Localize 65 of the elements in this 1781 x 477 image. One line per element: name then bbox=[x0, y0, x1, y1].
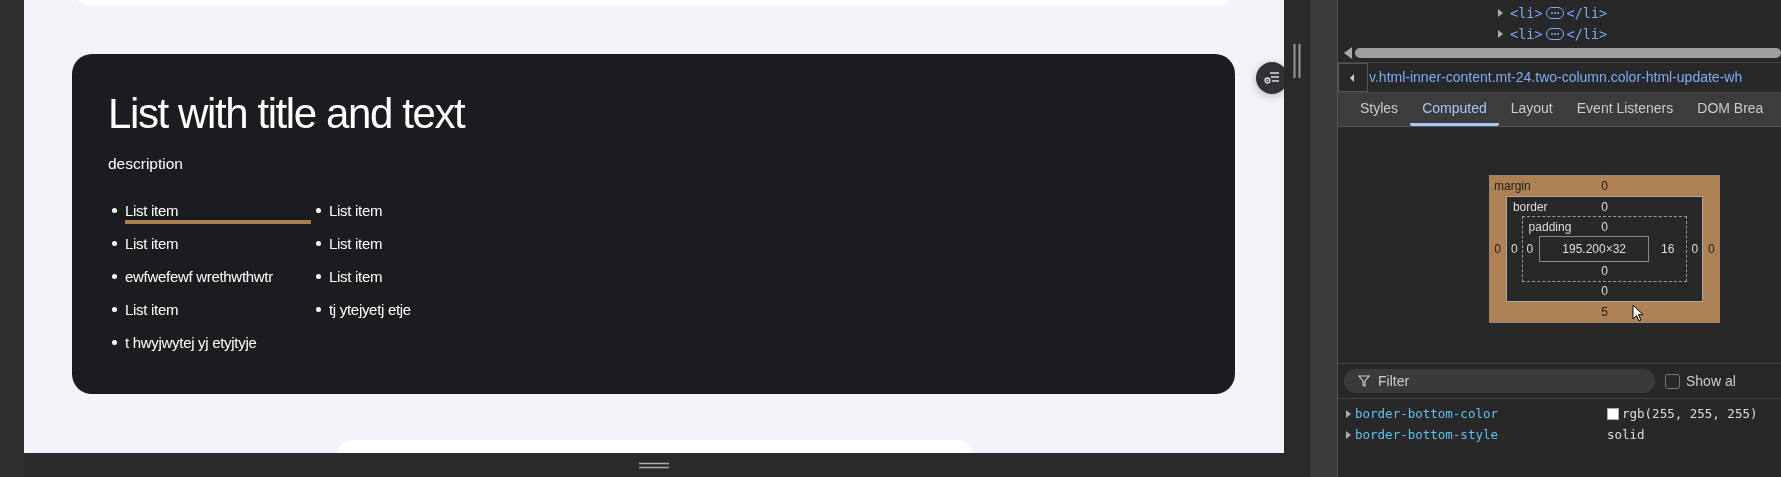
bullet-icon bbox=[316, 274, 321, 279]
html-tag: <li> bbox=[1510, 4, 1543, 21]
bullet-icon bbox=[316, 307, 321, 312]
list-item: List item bbox=[329, 202, 383, 219]
bullet-icon bbox=[316, 241, 321, 246]
box-label: border bbox=[1512, 200, 1548, 214]
html-tag: <li> bbox=[1510, 25, 1543, 42]
bullet-icon bbox=[112, 340, 117, 345]
box-value: 0 bbox=[1707, 242, 1716, 256]
resize-handle-icon[interactable] bbox=[1293, 44, 1301, 78]
show-all-checkbox[interactable] bbox=[1665, 373, 1680, 389]
filter-field[interactable]: Filter bbox=[1344, 369, 1655, 393]
box-label: padding bbox=[1528, 220, 1572, 234]
expand-arrow-icon[interactable] bbox=[1498, 29, 1503, 38]
list-item: List item bbox=[125, 235, 179, 252]
tab[interactable]: Computed bbox=[1410, 93, 1499, 126]
property-name: border-bottom-style bbox=[1355, 427, 1499, 442]
resize-handle-icon[interactable] bbox=[639, 461, 669, 469]
html-tag: </li> bbox=[1566, 4, 1608, 21]
property-value: rgb(255, 255, 255) bbox=[1622, 406, 1758, 421]
box-value: 0 bbox=[1493, 242, 1502, 256]
breadcrumb[interactable]: v.html-inner-content.mt-24.two-column.color-html-update-wh bbox=[1368, 63, 1743, 92]
bullet-icon bbox=[112, 307, 117, 312]
box-value: 0 bbox=[1525, 242, 1535, 256]
box-value: 0 bbox=[1601, 263, 1608, 280]
content-box: 195.200×32 bbox=[1539, 236, 1650, 262]
box-label: margin bbox=[1494, 179, 1531, 193]
scroll-left-button[interactable] bbox=[1338, 63, 1368, 92]
bullet-icon bbox=[112, 274, 117, 279]
box-value: 0 bbox=[1601, 178, 1608, 195]
html-tag: </li> bbox=[1566, 25, 1608, 42]
checkbox-label: Show al bbox=[1686, 373, 1736, 389]
box-value: 0 bbox=[1601, 199, 1608, 216]
list-item: tj ytejyetj etje bbox=[329, 301, 411, 318]
floating-button[interactable] bbox=[1256, 62, 1284, 94]
box-value: 0 bbox=[1601, 283, 1608, 300]
expand-arrow-icon[interactable] bbox=[1498, 8, 1503, 17]
box-value: 0 bbox=[1601, 219, 1608, 236]
bullet-icon bbox=[112, 208, 117, 213]
list-item: List item bbox=[125, 202, 179, 219]
filter-icon bbox=[1264, 72, 1280, 84]
tab[interactable]: Layout bbox=[1498, 93, 1565, 126]
list-item: ewfwefewf wrethwthwtr bbox=[125, 268, 273, 285]
tab[interactable]: Event Listeners bbox=[1564, 93, 1686, 126]
cursor-icon bbox=[1632, 304, 1644, 322]
tab[interactable]: Styles bbox=[1348, 93, 1411, 126]
box-value: 16 bbox=[1660, 242, 1676, 256]
box-value: 5 bbox=[1601, 304, 1608, 321]
property-value: solid bbox=[1607, 427, 1645, 442]
list-item: List item bbox=[329, 268, 383, 285]
color-swatch[interactable] bbox=[1607, 407, 1619, 420]
list-item: List item bbox=[125, 301, 179, 318]
box-value: 0 bbox=[1690, 242, 1700, 256]
expand-arrow-icon[interactable] bbox=[1346, 430, 1351, 439]
scrollbar-thumb[interactable] bbox=[1355, 48, 1781, 58]
bullet-icon bbox=[112, 241, 117, 246]
box-value: 0 bbox=[1509, 242, 1519, 256]
card-description: description bbox=[108, 154, 184, 174]
property-name: border-bottom-color bbox=[1355, 406, 1499, 421]
list-item: List item bbox=[329, 235, 383, 252]
tab[interactable]: DOM Brea bbox=[1685, 93, 1776, 126]
bullet-icon bbox=[316, 208, 321, 213]
expand-arrow-icon[interactable] bbox=[1346, 409, 1351, 418]
card-title: List with title and text bbox=[108, 89, 466, 139]
list-item: t hwyjwytej yj etyjtyje bbox=[125, 334, 257, 351]
